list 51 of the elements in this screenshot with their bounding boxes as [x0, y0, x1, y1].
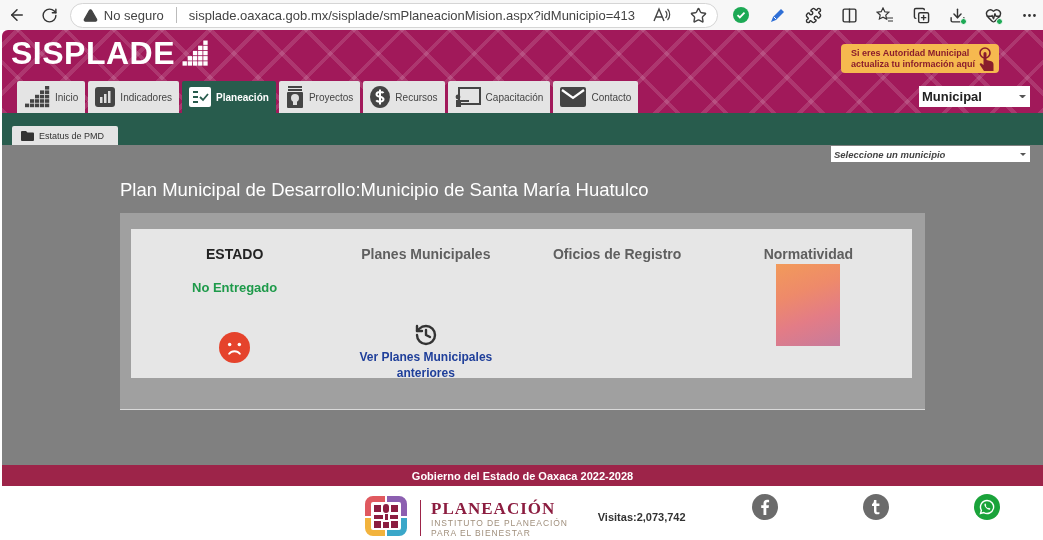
municipality-select[interactable]: Seleccione un municipio — [831, 146, 1030, 162]
stair-bars-icon — [24, 86, 50, 108]
history-icon[interactable] — [413, 323, 438, 347]
facebook-icon[interactable] — [752, 494, 778, 520]
nav-tab[interactable]: Capacitación — [447, 81, 551, 113]
level-select-value: Municipal — [922, 89, 982, 104]
caret-icon — [1019, 94, 1026, 99]
institute-name: PLANEACIÓN — [431, 499, 557, 518]
nav-tab[interactable]: Contacto — [553, 81, 639, 113]
lightbulb-box-icon — [285, 86, 304, 108]
level-select[interactable]: Municipal — [919, 86, 1030, 107]
nav-tab[interactable]: Inicio — [17, 81, 86, 113]
institute-subtitle: INSTITUTO DE PLANEACIÓN — [431, 518, 568, 528]
visits-counter: Visitas:2,073,742 — [597, 511, 686, 523]
nav-tab[interactable]: Recursos — [363, 81, 445, 113]
url-text: sisplade.oaxaca.gob.mx/sisplade/smPlaneacionMision.aspx?idMunicipio=413 — [188, 7, 635, 23]
read-aloud-icon[interactable] — [653, 6, 671, 24]
stair-bars-icon — [182, 39, 210, 67]
tumblr-icon[interactable] — [863, 494, 889, 520]
presentation-board-icon — [454, 86, 481, 108]
government-text: Gobierno del Estado de Oaxaca 2022-2028 — [411, 469, 634, 482]
column-heading: Planes Municipales — [361, 245, 491, 263]
column-heading: Normatividad — [763, 245, 854, 263]
institute-subtitle: PARA EL BIENESTAR — [431, 528, 532, 538]
municipality-placeholder: Seleccione un municipio — [834, 148, 946, 160]
institute-emblem-icon — [363, 494, 409, 538]
logo-text[interactable]: SISPLADE — [11, 36, 176, 70]
column-heading: Oficios de Registro — [552, 245, 682, 263]
nav-tab[interactable]: Planeación — [182, 81, 276, 113]
bar-chart-icon — [95, 87, 116, 107]
authority-update-button[interactable]: Si eres Autoridad Municipal actualiza tu información aquí — [840, 44, 999, 73]
whatsapp-icon[interactable] — [974, 494, 1000, 520]
reload-icon — [40, 6, 58, 24]
nav-tab[interactable]: Indicadores — [88, 81, 180, 113]
column-heading: ESTADO — [205, 245, 264, 263]
warning-icon — [82, 7, 98, 23]
security-label[interactable]: No seguro — [103, 7, 164, 23]
pointing-hand-icon — [977, 46, 995, 71]
mail-icon — [560, 87, 587, 107]
checklist-icon — [189, 87, 212, 107]
caret-icon — [1020, 152, 1026, 156]
status-text: No Entregado — [192, 280, 278, 296]
previous-plans-link[interactable]: Ver Planes Municipales anteriores — [350, 349, 501, 381]
sad-face-icon — [219, 332, 251, 363]
address-field[interactable]: No seguro sisplade.oaxaca.gob.mx/sisplade/smPlaneacionMision.aspx?idMunicipio=413 — [69, 2, 718, 28]
subtab[interactable]: Estatus de PMD — [12, 126, 118, 145]
folder-icon — [21, 130, 34, 141]
page-title: Plan Municipal de Desarrollo:Municipio de Santa María Huatulco — [120, 179, 650, 201]
dollar-coin-icon — [370, 86, 391, 108]
favorite-star-icon[interactable] — [689, 6, 707, 24]
nav-tab[interactable]: Proyectos — [278, 81, 361, 113]
